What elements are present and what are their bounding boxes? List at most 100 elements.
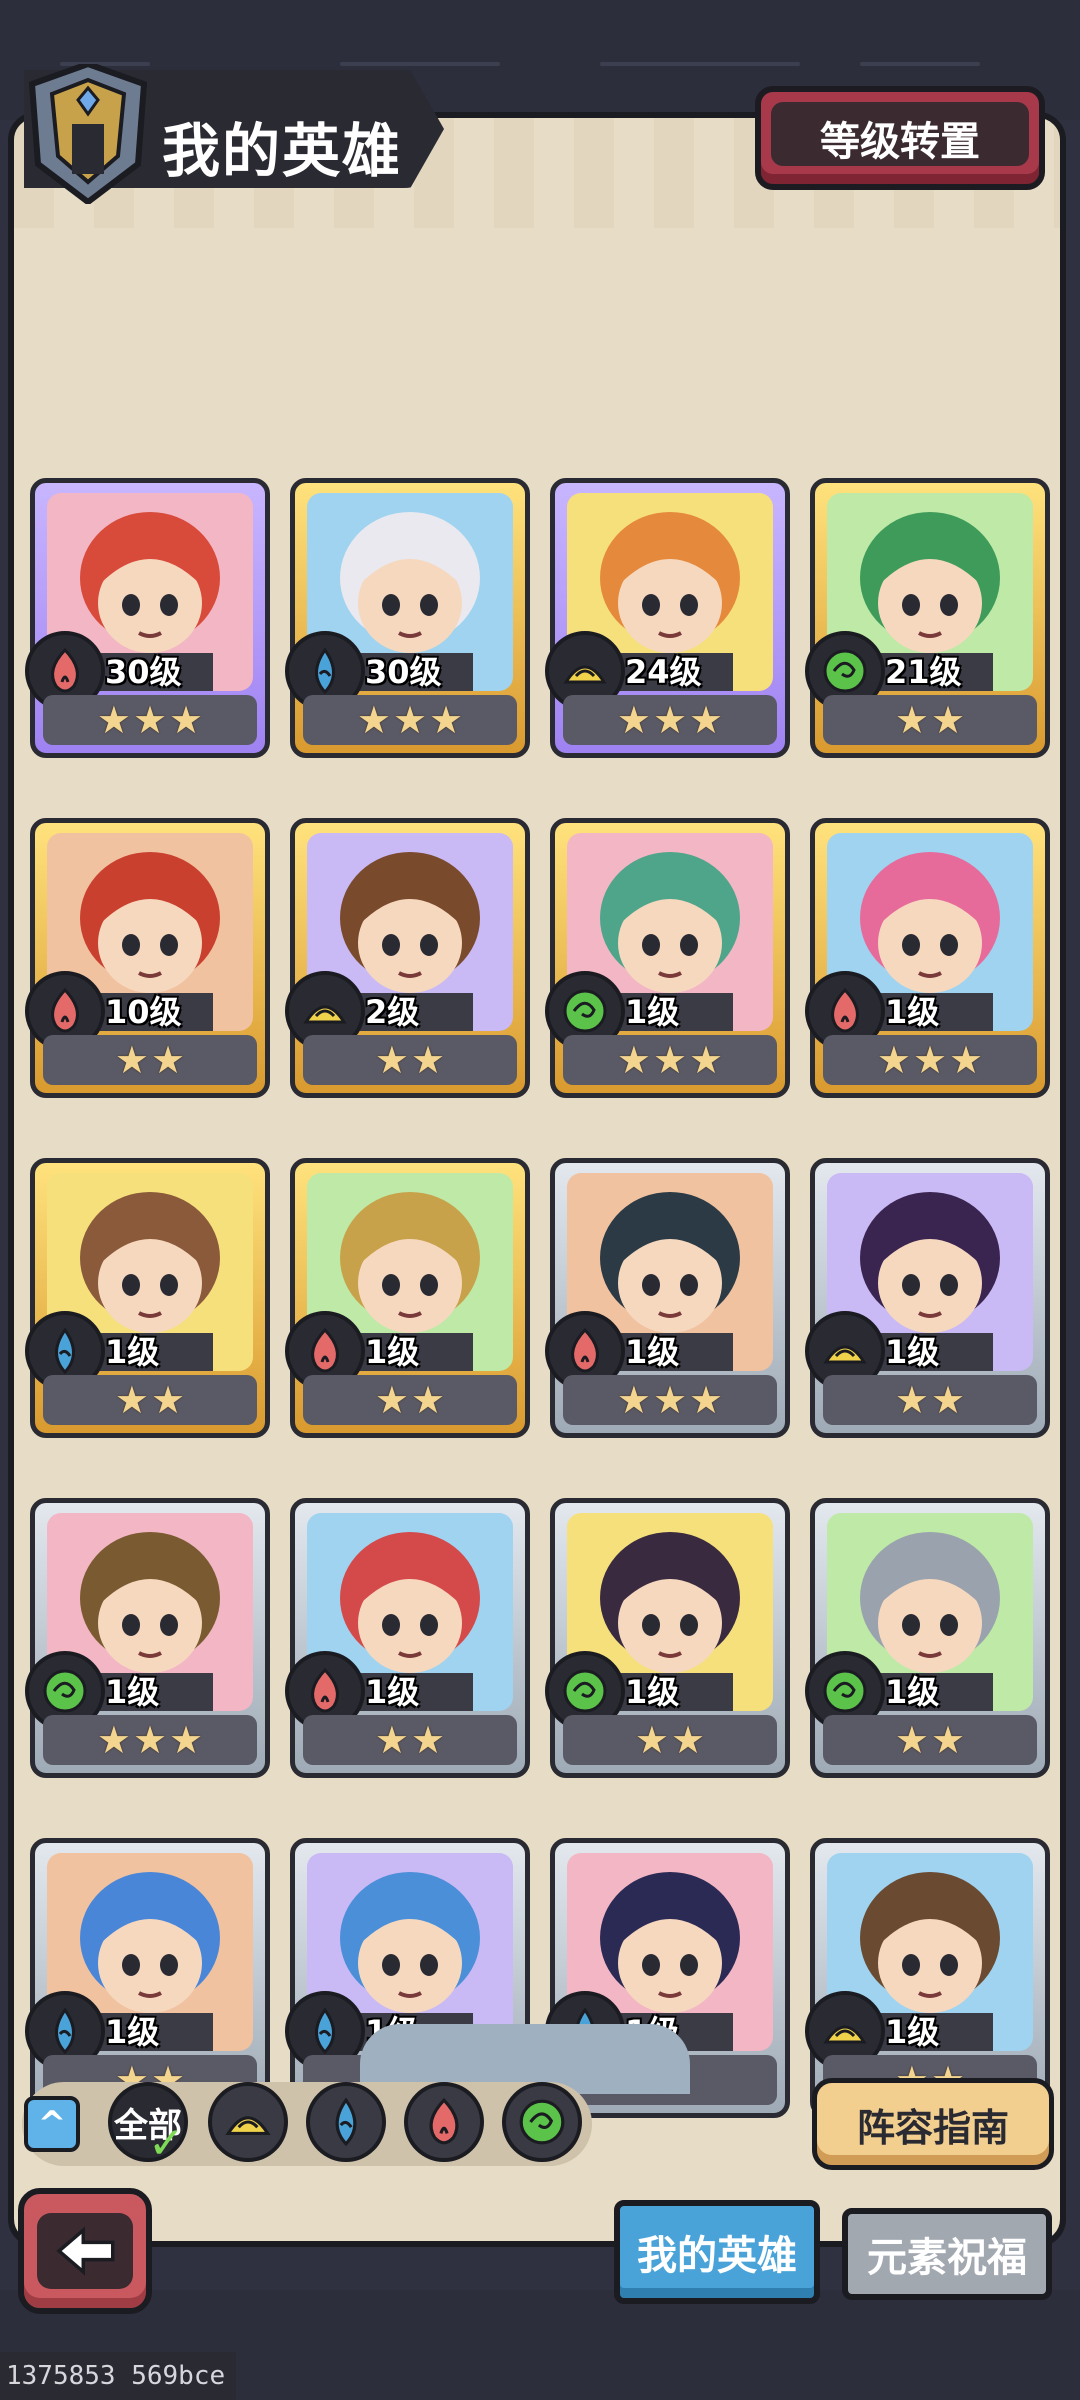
hero-card[interactable]: 1级 ★★: [285, 1498, 530, 1778]
hero-card[interactable]: 2级 ★ ★: [285, 818, 530, 1098]
hero-level: 1级: [625, 1333, 680, 1371]
hero-card[interactable]: 1级★★: [25, 1838, 270, 2118]
tab-element-blessing[interactable]: 元素祝福: [842, 2208, 1052, 2300]
star-icon: ★: [634, 1718, 669, 1762]
hero-level: 1级: [885, 1333, 940, 1371]
filter-earth-button[interactable]: [208, 2082, 288, 2162]
star-icon: ★: [894, 1378, 929, 1422]
hero-card[interactable]: 10级 ★ ★: [25, 818, 270, 1098]
tab-my-heroes-label: 我的英雄: [637, 2233, 797, 2279]
level-transfer-label: 等级转置: [820, 119, 980, 165]
hero-stars: ★★: [303, 1035, 517, 1085]
hero-card[interactable]: 1级 ★ ★ ★: [805, 818, 1050, 1098]
star-icon: ★: [912, 1038, 948, 1082]
star-icon: ★: [411, 1718, 446, 1762]
hero-grid: 30级 ★ ★ ★ 30级 ★ ★ ★ 24级 ★ ★ ★ 21级 ★ ★ 10级 ★ ★: [25, 478, 1050, 2118]
hero-level: 1级: [625, 1673, 680, 1711]
hero-level: 1级: [365, 1673, 420, 1711]
hero-stars: ★ ★ ★: [303, 695, 517, 745]
hero-stars: ★★: [823, 1715, 1037, 1765]
hero-level: 2级: [365, 993, 420, 1031]
chevron-up-icon[interactable]: ^: [24, 2096, 80, 2152]
star-icon: ★: [132, 1718, 168, 1762]
star-icon: ★: [132, 698, 168, 742]
helmet-icon: [22, 60, 154, 206]
check-icon: ✓: [148, 2118, 185, 2169]
hero-card[interactable]: 24级 ★ ★ ★: [545, 478, 790, 758]
star-icon: ★: [114, 1038, 149, 1082]
star-icon: ★: [151, 1038, 186, 1082]
hero-stars: ★ ★ ★: [563, 695, 777, 745]
hero-level: 10级: [105, 993, 182, 1031]
hero-card[interactable]: 1级★★: [285, 1158, 530, 1438]
star-icon: ★: [671, 1718, 706, 1762]
hero-stars: ★ ★ ★: [43, 695, 257, 745]
star-icon: ★: [689, 698, 724, 742]
lineup-guide-label: 阵容指南: [856, 2105, 1009, 2150]
hero-card[interactable]: 1级 ★★: [805, 1158, 1050, 1438]
star-icon: ★: [169, 1718, 204, 1762]
hero-stars: ★ ★ ★: [43, 1715, 257, 1765]
star-icon: ★: [894, 1718, 929, 1762]
hero-card[interactable]: 1级 ★ ★ ★: [545, 818, 790, 1098]
star-icon: ★: [689, 1378, 724, 1422]
filter-water-button[interactable]: [306, 2082, 386, 2162]
hero-card[interactable]: 30级 ★ ★ ★: [25, 478, 270, 758]
hero-level: 1级: [885, 2013, 940, 2051]
page-title: 我的英雄: [162, 117, 403, 185]
hero-stars: ★ ★ ★: [823, 1035, 1037, 1085]
hero-card[interactable]: 1级★★: [805, 1838, 1050, 2118]
star-icon: ★: [374, 1038, 409, 1082]
star-icon: ★: [931, 698, 966, 742]
star-icon: ★: [411, 1038, 446, 1082]
filter-fire-button[interactable]: [404, 2082, 484, 2162]
hero-level: 1级: [105, 1673, 160, 1711]
tab-element-blessing-label: 元素祝福: [867, 2235, 1027, 2281]
hero-stars: ★★: [303, 1715, 517, 1765]
star-icon: ★: [931, 1378, 966, 1422]
hero-card[interactable]: 1级 ★ ★ ★: [25, 1498, 270, 1778]
hero-card[interactable]: 30级 ★ ★ ★: [285, 478, 530, 758]
hero-level: 30级: [105, 653, 182, 691]
star-icon: ★: [374, 1378, 409, 1422]
hero-stars: ★ ★ ★: [563, 1035, 777, 1085]
hero-level: 1级: [885, 993, 940, 1031]
hero-stars: ★ ★ ★: [563, 1375, 777, 1425]
back-arrow-icon: [37, 2213, 133, 2289]
star-icon: ★: [616, 698, 651, 742]
level-transfer-button[interactable]: 等级转置: [755, 86, 1045, 190]
hero-level: 1级: [625, 993, 680, 1031]
star-icon: ★: [652, 698, 688, 742]
star-icon: ★: [894, 698, 929, 742]
hero-level: 1级: [885, 1673, 940, 1711]
lineup-guide-button[interactable]: 阵容指南: [812, 2078, 1054, 2170]
tab-my-heroes[interactable]: 我的英雄: [614, 2200, 820, 2304]
build-id-text: 1375853 569bce: [0, 2352, 236, 2400]
hero-stars: ★★: [563, 1715, 777, 1765]
hero-stars: ★★: [43, 1035, 257, 1085]
star-icon: ★: [429, 698, 464, 742]
star-icon: ★: [151, 1378, 186, 1422]
hero-level: 1级: [105, 2013, 160, 2051]
star-icon: ★: [96, 1718, 131, 1762]
back-button[interactable]: [18, 2188, 152, 2314]
star-icon: ★: [689, 1038, 724, 1082]
hero-card[interactable]: 1级 ★ ★ ★: [545, 1158, 790, 1438]
star-icon: ★: [616, 1378, 651, 1422]
star-icon: ★: [96, 698, 131, 742]
hero-card[interactable]: 1级 ★★: [545, 1498, 790, 1778]
hero-card[interactable]: 21级 ★ ★: [805, 478, 1050, 758]
filter-wind-button[interactable]: [502, 2082, 582, 2162]
hero-card[interactable]: 1级 ★★: [805, 1498, 1050, 1778]
star-icon: ★: [114, 1378, 149, 1422]
star-icon: ★: [876, 1038, 911, 1082]
star-icon: ★: [169, 698, 204, 742]
hero-level: 21级: [885, 653, 962, 691]
star-icon: ★: [374, 1718, 409, 1762]
hero-card[interactable]: 1级★★: [25, 1158, 270, 1438]
star-icon: ★: [652, 1378, 688, 1422]
hero-level: 24级: [625, 653, 702, 691]
star-icon: ★: [652, 1038, 688, 1082]
hero-stars: ★★: [43, 1375, 257, 1425]
hero-stars: ★★: [303, 1375, 517, 1425]
